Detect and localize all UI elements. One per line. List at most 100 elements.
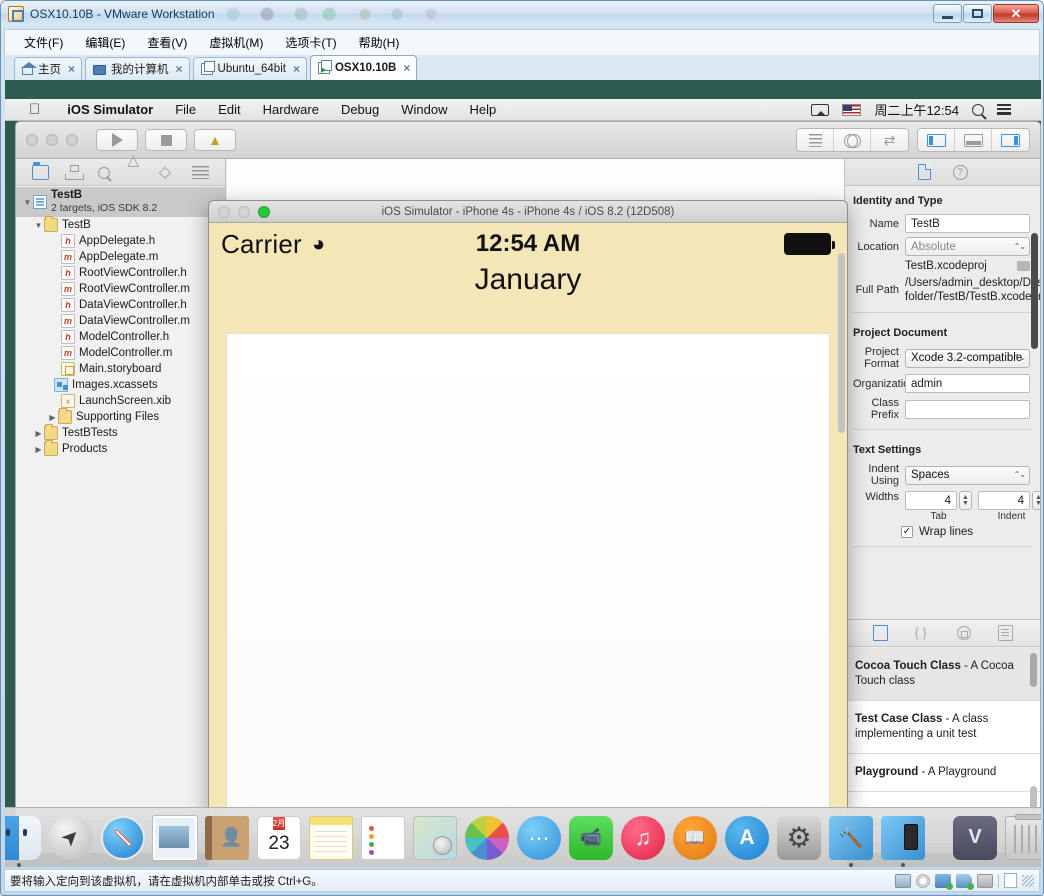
issue-navigator-icon[interactable] [127,151,143,179]
folder-icon[interactable] [1017,261,1030,271]
tab-my-computer-close-icon[interactable]: × [176,63,183,75]
minimize-button[interactable] [933,4,962,23]
indent-width-input[interactable]: 4 [978,491,1030,510]
tab-my-computer[interactable]: 我的计算机 × [85,57,190,80]
run-button[interactable] [96,129,138,151]
dock-item-system-preferences[interactable] [777,815,821,860]
disclosure-triangle-icon[interactable] [33,445,44,454]
organization-input[interactable]: admin [905,374,1030,393]
file-inspector-icon[interactable] [917,164,931,180]
version-editor-button[interactable]: ⇄ [871,129,908,151]
quick-help-icon[interactable]: ? [952,164,968,180]
tree-row-rootviewcontroller-h[interactable]: h RootViewController.h [16,265,225,281]
tab-home[interactable]: 主页 × [14,57,83,80]
tree-row-appdelegate-h[interactable]: h AppDelegate.h [16,233,225,249]
project-navigator-icon[interactable] [32,161,50,180]
class-prefix-input[interactable] [905,399,1030,419]
tab-ubuntu-close-icon[interactable]: × [293,63,300,75]
notification-center-icon[interactable] [997,104,1011,115]
close-button[interactable]: ✕ [993,4,1039,23]
camera-icon[interactable] [977,873,993,888]
dock-item-app-store[interactable] [725,815,769,860]
mac-menu-edit[interactable]: Edit [207,102,251,117]
tree-row-images-xcassets[interactable]: Images.xcassets [16,377,225,393]
simulator-vertical-scrollbar[interactable] [838,253,845,433]
dock-item-ibooks[interactable] [673,815,717,860]
tree-row-testb-group[interactable]: TestB [16,216,225,233]
apple-logo-icon[interactable]:  [29,101,40,118]
simulator-minimize-button[interactable] [238,205,250,218]
dock-item-xcode[interactable] [829,815,873,867]
project-format-select[interactable]: Xcode 3.2-compatible [905,348,1030,368]
disclosure-triangle-icon[interactable] [47,413,58,422]
tab-width-stepper[interactable]: ▲ ▼ [959,491,972,510]
dock-item-reminders[interactable] [361,815,405,860]
document-icon[interactable] [1004,873,1017,888]
tree-row-rootviewcontroller-m[interactable]: m RootViewController.m [16,281,225,297]
cd-drive-icon[interactable] [916,873,930,888]
media-library-icon[interactable] [997,625,1013,641]
library-item[interactable]: Playground - A Playground [845,754,1040,792]
menu-view[interactable]: 查看(V) [136,31,198,54]
maximize-button[interactable] [963,4,992,23]
name-input[interactable]: TestB [905,214,1030,233]
tab-ubuntu[interactable]: Ubuntu_64bit × [192,57,307,80]
dock-item-safari[interactable] [101,815,145,860]
hard-disk-icon[interactable] [895,873,911,888]
dock-item-maps[interactable] [413,815,457,860]
simulator-device-screen[interactable]: Carrier ◕ 12:54 AM January [209,223,847,848]
simulator-close-button[interactable] [218,205,230,218]
library-item-list[interactable]: Cocoa Touch Class - A Cocoa Touch class … [845,648,1040,818]
dock-item-notes[interactable] [309,815,353,860]
tab-home-close-icon[interactable]: × [68,63,75,75]
xcode-zoom-button[interactable] [66,134,78,146]
stop-button[interactable] [145,129,187,151]
scheme-button[interactable]: ▲ [194,129,236,151]
tab-osx-close-icon[interactable]: × [403,62,410,74]
dock-item-messages[interactable] [517,815,561,860]
mac-menu-help[interactable]: Help [459,102,508,117]
menu-help[interactable]: 帮助(H) [348,31,411,54]
dock-item-contacts[interactable] [205,815,249,860]
mac-menu-debug[interactable]: Debug [330,102,390,117]
dock-item-vmware-tools[interactable] [953,815,997,860]
standard-editor-button[interactable] [797,129,834,151]
page-content-area[interactable] [226,333,830,840]
search-icon[interactable] [972,103,984,116]
dock-item-finder[interactable] [5,815,41,867]
tree-row-modelcontroller-h[interactable]: h ModelController.h [16,329,225,345]
disclosure-triangle-icon[interactable] [22,198,33,207]
file-template-library-icon[interactable] [872,625,888,641]
simulator-zoom-button[interactable] [258,205,270,218]
navigator-toggle-button[interactable] [918,129,955,151]
mac-menu-file[interactable]: File [164,102,207,117]
tree-row-supporting-files[interactable]: Supporting Files [16,408,225,425]
menu-edit[interactable]: 编辑(E) [74,31,136,54]
symbol-navigator-icon[interactable] [65,164,85,180]
log-navigator-icon[interactable] [191,166,209,179]
tree-row-project[interactable]: TestB 2 targets, iOS SDK 8.2 [16,187,225,217]
mac-menu-ios-simulator[interactable]: iOS Simulator [56,102,164,117]
location-select[interactable]: Absolute [905,237,1030,256]
airplay-icon[interactable] [811,103,830,116]
disclosure-triangle-icon[interactable] [33,221,44,230]
debug-area-toggle-button[interactable] [955,129,992,151]
tree-row-appdelegate-m[interactable]: m AppDelegate.m [16,249,225,265]
tab-width-input[interactable]: 4 [905,491,957,510]
utilities-toggle-button[interactable] [992,129,1029,151]
dock-item-launchpad[interactable] [49,815,93,860]
menu-file[interactable]: 文件(F) [13,31,74,54]
dock-item-photos[interactable] [465,815,509,860]
tab-osx[interactable]: OSX10.10B × [309,55,418,80]
library-item[interactable]: Test Case Class - A class implementing a… [845,701,1040,754]
tree-row-testbtests[interactable]: TestBTests [16,424,225,441]
tree-row-launchscreen-xib[interactable]: x LaunchScreen.xib [16,393,225,409]
tree-row-modelcontroller-m[interactable]: m ModelController.m [16,345,225,361]
menu-tabs[interactable]: 选项卡(T) [274,31,347,54]
dock-item-mail[interactable] [153,815,197,860]
indent-width-stepper[interactable]: ▲▼ [1032,491,1040,510]
tree-row-dataviewcontroller-m[interactable]: m DataViewController.m [16,313,225,329]
find-navigator-icon[interactable] [98,166,111,179]
library-scrollbar[interactable] [1030,653,1037,687]
indent-using-select[interactable]: Spaces [905,465,1030,485]
